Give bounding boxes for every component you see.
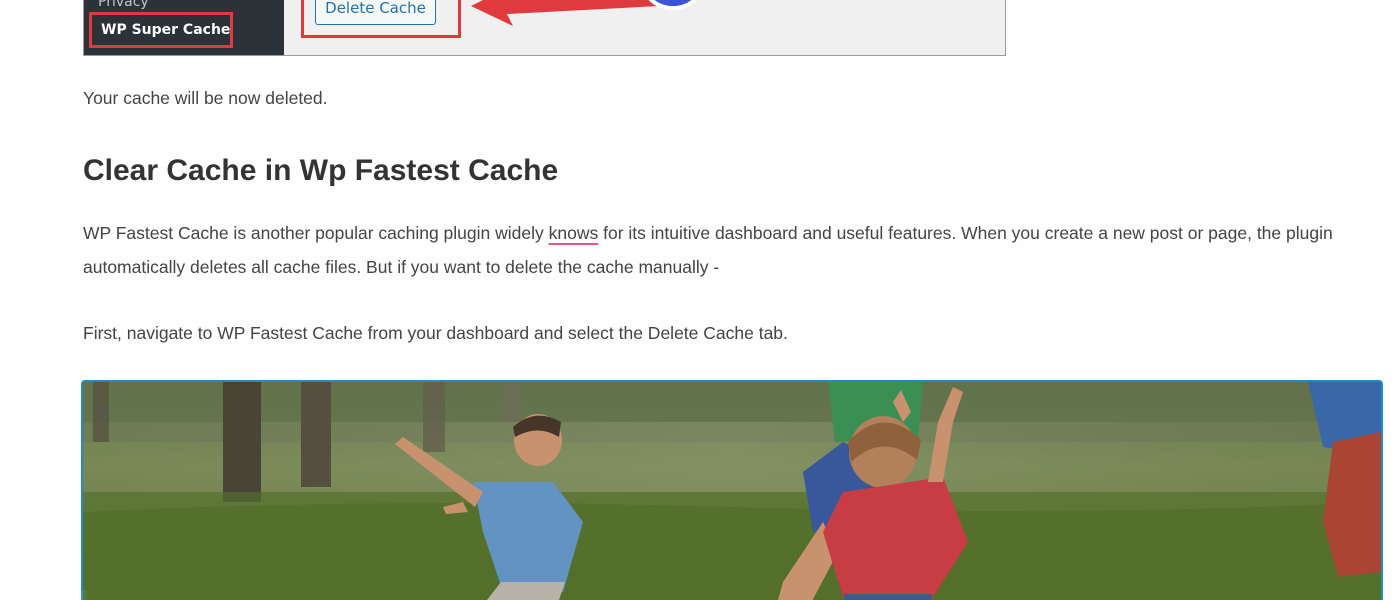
children-playing-photo <box>83 382 1381 600</box>
paragraph-step-one: First, navigate to WP Fastest Cache from… <box>83 323 788 343</box>
image-block[interactable] <box>81 380 1383 600</box>
article-page: Privacy WP Super Cache Delete Cache Your… <box>0 0 1400 600</box>
wp-super-cache-screenshot: Privacy WP Super Cache Delete Cache <box>83 0 1006 56</box>
paragraph-intro: WP Fastest Cache is another popular cach… <box>83 216 1373 284</box>
intro-text-start: WP Fastest Cache is another popular cach… <box>83 223 549 243</box>
delete-cache-button: Delete Cache <box>315 0 436 25</box>
sidebar-item-wp-super-cache: WP Super Cache <box>101 22 231 38</box>
sidebar-item-privacy: Privacy <box>98 0 149 10</box>
admin-sidebar: Privacy WP Super Cache <box>84 0 284 55</box>
highlight-box: WP Super Cache <box>89 12 233 48</box>
paragraph-cache-deleted: Your cache will be now deleted. <box>83 88 328 108</box>
arrow-left-icon <box>471 0 659 26</box>
misspelled-word[interactable]: knows <box>549 223 599 243</box>
section-heading: Clear Cache in Wp Fastest Cache <box>83 154 559 187</box>
bottom-fade <box>0 590 90 600</box>
